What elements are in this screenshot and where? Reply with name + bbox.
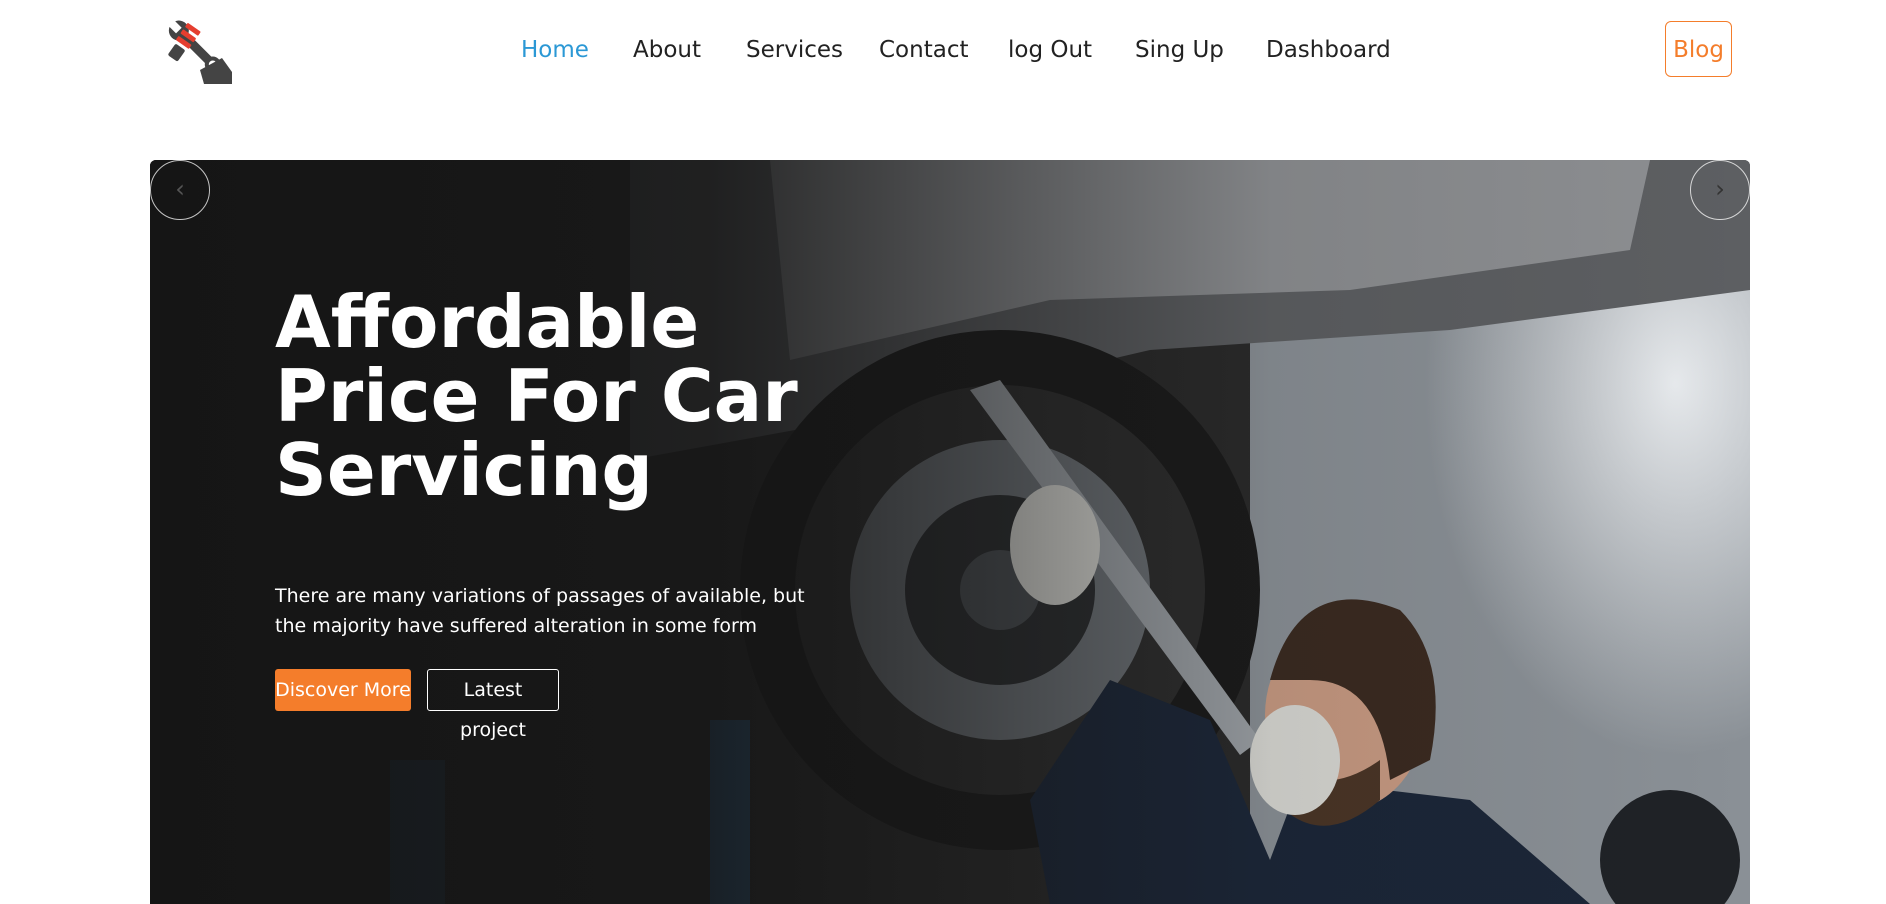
hero-description: There are many variations of passages of… [275, 585, 805, 637]
latest-project-button[interactable]: Latest project [427, 669, 559, 741]
nav-link-sign-up[interactable]: Sing Up [1135, 34, 1224, 66]
hero-carousel: Affordable Price For Car Servicing There… [150, 160, 1750, 904]
hero-title: Affordable Price For Car Servicing [275, 280, 798, 512]
nav-link-services[interactable]: Services [746, 34, 843, 66]
chevron-right-icon: › [1715, 175, 1725, 203]
nav-link-log-out[interactable]: log Out [1008, 34, 1092, 66]
blog-button[interactable]: Blog [1665, 21, 1732, 77]
carousel-next-button[interactable]: › [1690, 160, 1750, 220]
nav-link-dashboard[interactable]: Dashboard [1266, 34, 1391, 66]
carousel-prev-button[interactable]: ‹ [150, 160, 210, 220]
nav-link-about[interactable]: About [633, 34, 701, 66]
discover-more-button[interactable]: Discover More [275, 669, 411, 711]
nav-link-contact[interactable]: Contact [879, 34, 968, 66]
hero-background-image [150, 160, 1750, 904]
main-nav: Home About Services Contact log Out Sing… [0, 34, 1886, 66]
chevron-left-icon: ‹ [175, 175, 185, 203]
navbar: Home About Services Contact log Out Sing… [0, 0, 1886, 100]
nav-link-home[interactable]: Home [521, 34, 589, 66]
